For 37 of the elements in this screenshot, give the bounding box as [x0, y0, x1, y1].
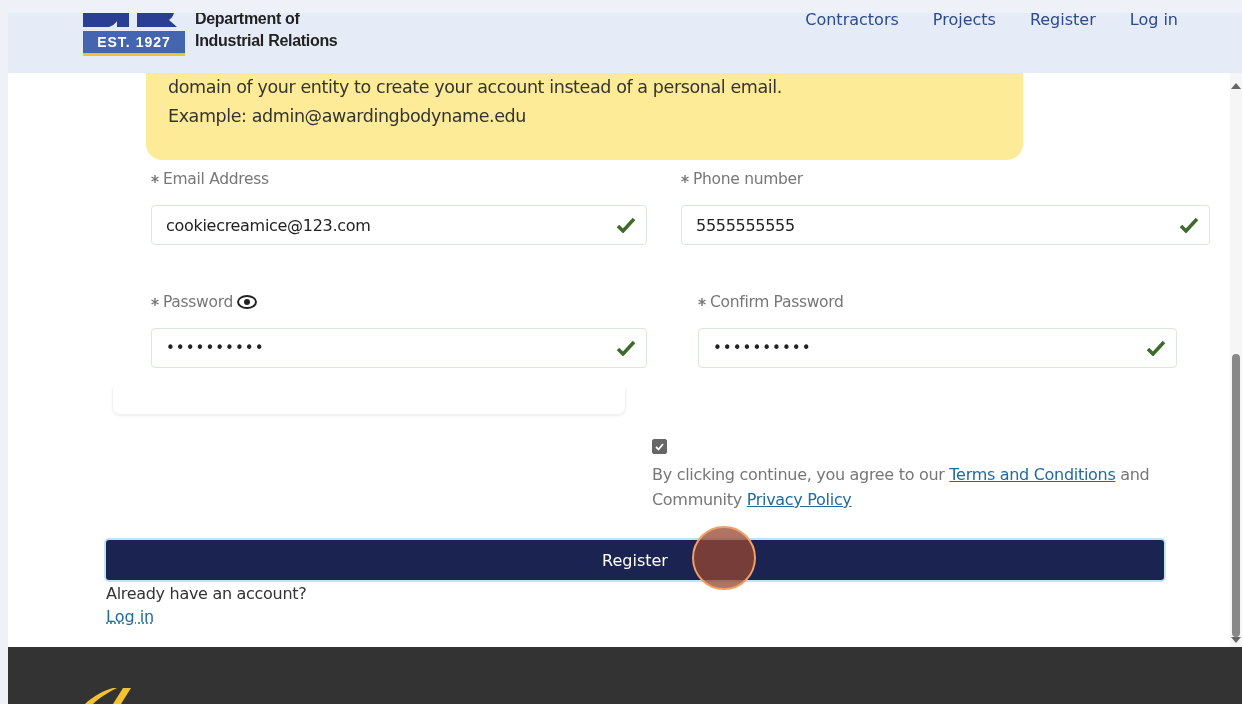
- terms-link[interactable]: Terms and Conditions: [949, 465, 1116, 484]
- asterisk-icon: [151, 175, 159, 183]
- nav-link[interactable]: Projects: [932, 13, 996, 27]
- nav-link[interactable]: Register: [1029, 13, 1096, 27]
- privacy-link[interactable]: Privacy Policy: [746, 490, 852, 509]
- notice-text: domain of your entity to create your account instead of a personal email.: [168, 76, 783, 99]
- nav-link[interactable]: Log in: [1129, 13, 1178, 27]
- checkmark-icon: [1179, 217, 1199, 233]
- password-field[interactable]: ••••••••••: [151, 328, 647, 368]
- login-prompt: Already have an account?: [106, 584, 308, 603]
- agreement-text: By clicking continue, you agree to our Terms and Conditions and Community Privacy Policy: [652, 464, 1151, 511]
- password-field[interactable]: ••••••••••: [698, 328, 1177, 368]
- asterisk-icon: [681, 175, 689, 183]
- checkmark-icon: [616, 217, 636, 233]
- checkmark-icon: [655, 442, 664, 451]
- eye-icon[interactable]: [237, 295, 257, 309]
- scrollbar[interactable]: [1230, 73, 1242, 647]
- input-field[interactable]: 5555555555: [681, 205, 1210, 245]
- checkmark-icon: [1146, 340, 1166, 356]
- field-label: Email Address: [163, 170, 269, 188]
- logo-icon: [83, 688, 133, 704]
- click-indicator: [692, 526, 756, 590]
- field-label: Phone number: [693, 170, 803, 188]
- checkbox[interactable]: [652, 439, 667, 454]
- notice-text: Example: admin@awardingbodyname.edu: [168, 105, 527, 128]
- input-field[interactable]: cookiecreamice@123.com: [151, 205, 647, 245]
- asterisk-icon: [698, 298, 706, 306]
- field-label: Confirm Password: [710, 293, 844, 311]
- asterisk-icon: [151, 298, 159, 306]
- login-link[interactable]: Log in: [106, 607, 155, 626]
- register-button[interactable]: Register: [106, 540, 1164, 580]
- organization-name: Industrial Relations: [195, 31, 338, 51]
- nav-link[interactable]: Contractors: [805, 13, 899, 27]
- logo-badge: EST. 1927: [83, 31, 185, 56]
- organization-name: Department of: [195, 13, 301, 29]
- field-label: Password: [163, 293, 233, 311]
- checkmark-icon: [616, 340, 636, 356]
